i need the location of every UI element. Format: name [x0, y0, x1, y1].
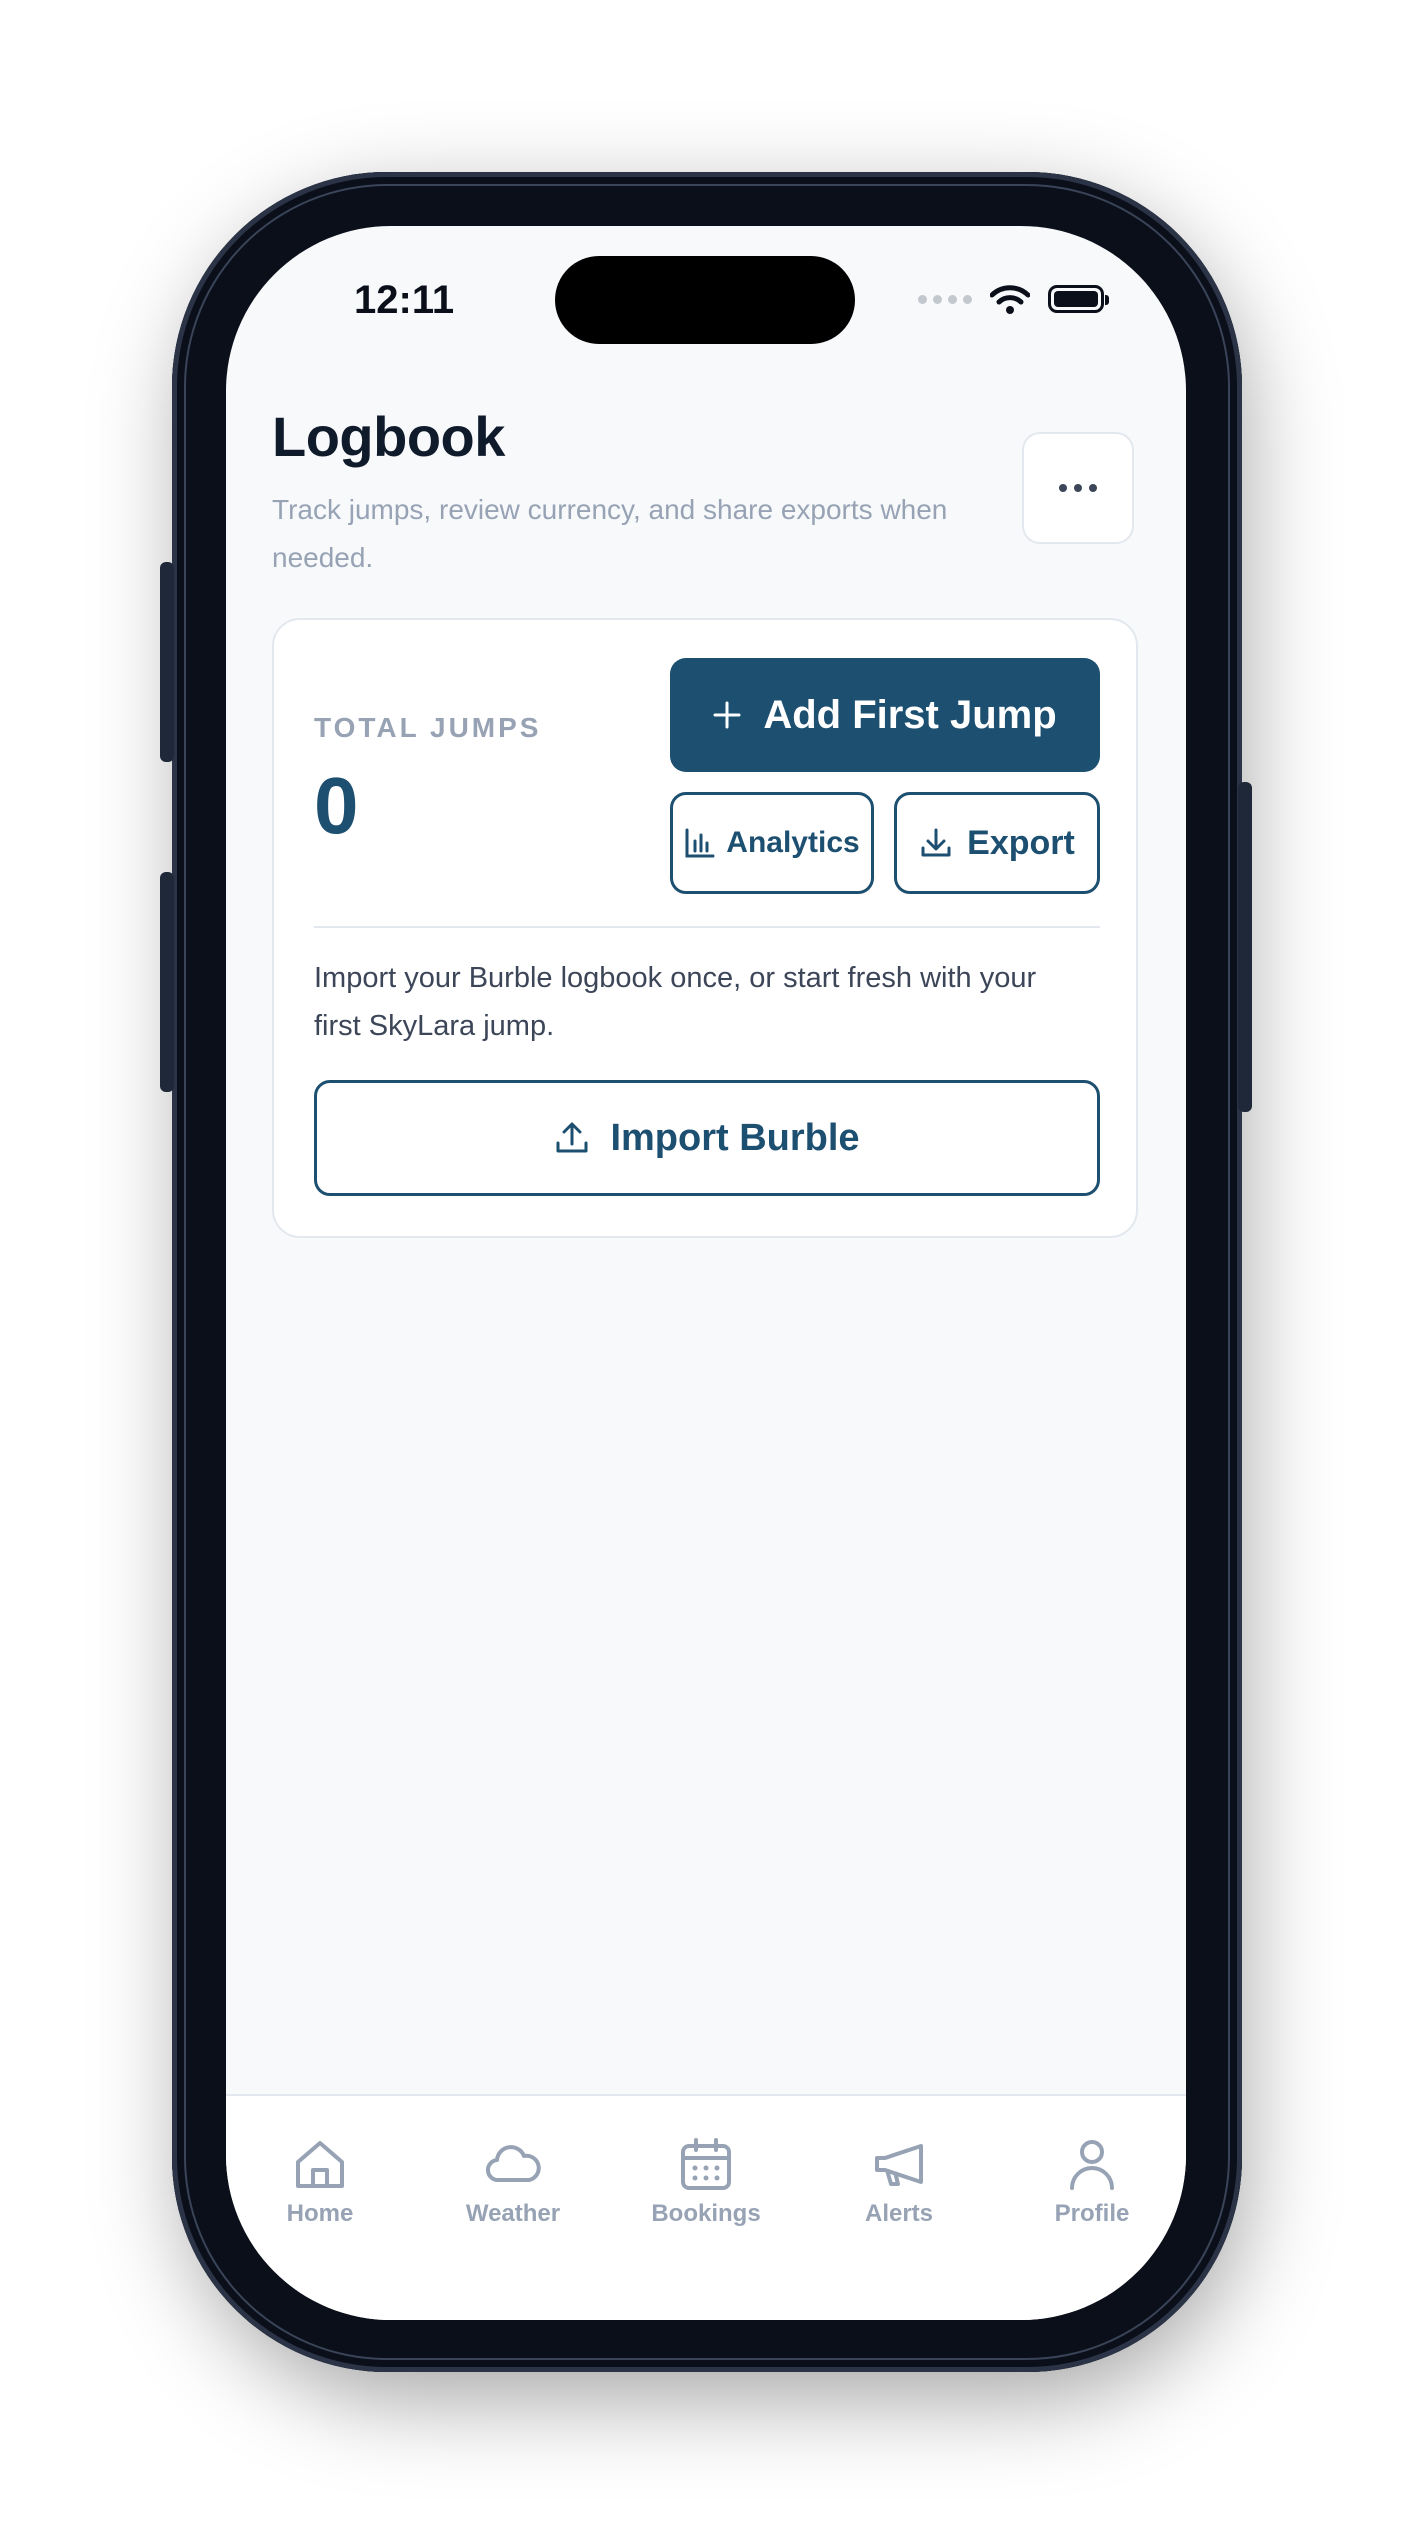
tab-label-home: Home: [286, 2200, 354, 2227]
total-jumps-label: TOTAL JUMPS: [314, 712, 542, 743]
import-description: Import your Burble logbook once, or star…: [314, 962, 1037, 1042]
tab-alerts[interactable]: Alerts: [824, 2136, 974, 2228]
battery-icon: [1048, 285, 1109, 313]
tab-label-profile: Profile: [1054, 2200, 1130, 2227]
upload-icon: [556, 1122, 588, 1153]
import-burble-label: Import Burble: [610, 1116, 860, 1159]
total-jumps-value: 0: [314, 761, 359, 850]
export-label: Export: [967, 823, 1075, 862]
tab-weather[interactable]: Weather: [438, 2136, 588, 2228]
mute-switch: [160, 562, 174, 762]
tab-home[interactable]: Home: [245, 2136, 395, 2228]
app-screen: 12:11 Logbook Track jumps, review curren…: [226, 226, 1186, 2320]
tab-label-alerts: Alerts: [864, 2200, 934, 2227]
wifi-icon: [990, 285, 1030, 314]
status-icons: [918, 284, 1109, 314]
calendar-icon: [681, 2138, 731, 2190]
tab-bookings[interactable]: Bookings: [631, 2136, 781, 2228]
logbook-summary-card: TOTAL JUMPS 0 Add First Jump Analytics E…: [272, 618, 1138, 1238]
page-subtitle: Track jumps, review currency, and share …: [272, 494, 948, 573]
tab-profile[interactable]: Profile: [1017, 2136, 1167, 2228]
more-dots-icon: [1059, 484, 1067, 492]
page-title: Logbook: [272, 405, 505, 468]
home-icon: [296, 2141, 344, 2188]
tab-bar: Home Weather Bookings Alerts Profile: [226, 2094, 1186, 2320]
dynamic-island: [555, 256, 855, 344]
status-time: 12:11: [354, 278, 455, 322]
power-button: [1238, 782, 1252, 1112]
tab-label-bookings: Bookings: [651, 2200, 761, 2227]
import-burble-button[interactable]: Import Burble: [314, 1080, 1100, 1196]
add-first-jump-button[interactable]: Add First Jump: [670, 658, 1100, 772]
megaphone-icon: [875, 2144, 923, 2186]
cloud-icon: [486, 2145, 541, 2183]
bar-chart-icon: [685, 828, 715, 858]
analytics-label: Analytics: [726, 826, 860, 859]
add-first-jump-label: Add First Jump: [763, 692, 1057, 737]
plus-icon: [713, 701, 741, 729]
person-icon: [1070, 2140, 1114, 2190]
download-icon: [921, 828, 951, 857]
card-divider: [314, 926, 1100, 928]
analytics-button[interactable]: Analytics: [670, 792, 874, 894]
volume-button: [160, 872, 174, 1092]
more-options-button[interactable]: [1022, 432, 1134, 544]
export-button[interactable]: Export: [894, 792, 1100, 894]
tab-label-weather: Weather: [465, 2200, 561, 2227]
signal-icon: [918, 294, 972, 304]
